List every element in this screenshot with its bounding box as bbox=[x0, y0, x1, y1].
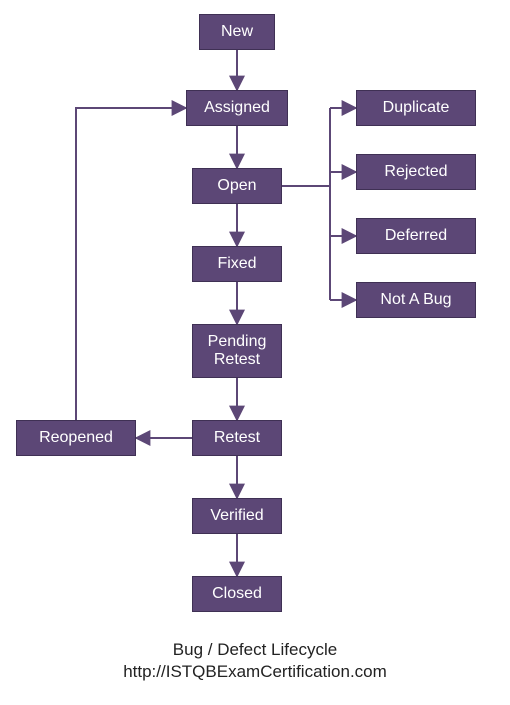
node-reopened: Reopened bbox=[16, 420, 136, 456]
node-retest: Retest bbox=[192, 420, 282, 456]
node-new: New bbox=[199, 14, 275, 50]
node-fixed: Fixed bbox=[192, 246, 282, 282]
node-label: Not A Bug bbox=[380, 291, 451, 309]
caption-title: Bug / Defect Lifecycle bbox=[0, 640, 510, 660]
node-label: Closed bbox=[212, 585, 262, 603]
node-pending-retest: Pending Retest bbox=[192, 324, 282, 378]
edge-reopened-assigned bbox=[76, 108, 186, 420]
flowchart-canvas: New Assigned Open Fixed Pending Retest R… bbox=[0, 0, 510, 705]
node-verified: Verified bbox=[192, 498, 282, 534]
node-label: Pending Retest bbox=[201, 333, 273, 370]
node-rejected: Rejected bbox=[356, 154, 476, 190]
node-label: Open bbox=[217, 177, 256, 195]
node-closed: Closed bbox=[192, 576, 282, 612]
node-label: Retest bbox=[214, 429, 260, 447]
node-label: Reopened bbox=[39, 429, 113, 447]
node-label: Fixed bbox=[217, 255, 256, 273]
node-open: Open bbox=[192, 168, 282, 204]
node-label: Assigned bbox=[204, 99, 270, 117]
node-assigned: Assigned bbox=[186, 90, 288, 126]
node-duplicate: Duplicate bbox=[356, 90, 476, 126]
node-label: Verified bbox=[210, 507, 263, 525]
node-label: Duplicate bbox=[383, 99, 450, 117]
node-label: Deferred bbox=[385, 227, 447, 245]
node-deferred: Deferred bbox=[356, 218, 476, 254]
node-label: New bbox=[221, 23, 253, 41]
node-label: Rejected bbox=[384, 163, 447, 181]
node-not-a-bug: Not A Bug bbox=[356, 282, 476, 318]
caption-url: http://ISTQBExamCertification.com bbox=[0, 662, 510, 682]
